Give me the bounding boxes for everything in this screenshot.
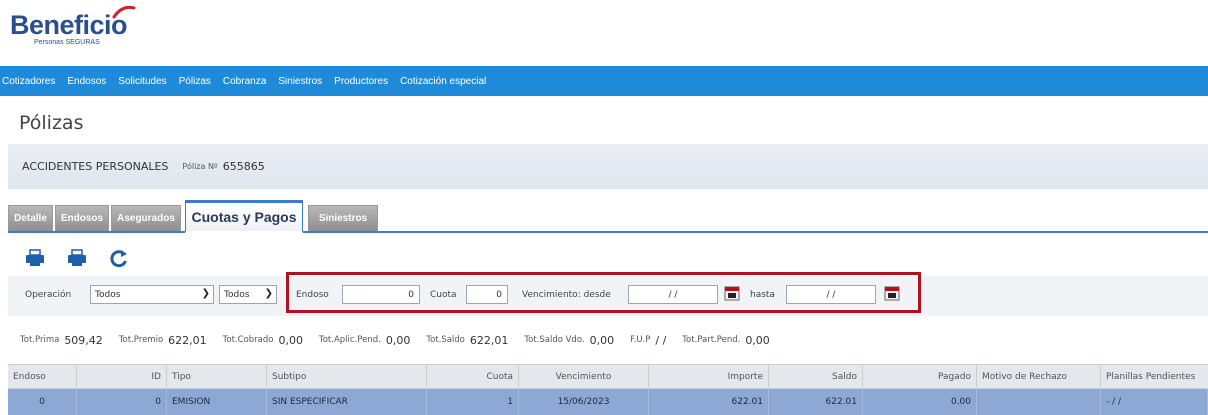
cell-endoso: 0 [8,389,77,415]
column-header-subtipo[interactable]: Subtipo [267,365,427,388]
cell-saldo: 622.01 [769,389,863,415]
cell-tipo: EMISION [167,389,267,415]
column-header-cuota[interactable]: Cuota [427,365,519,388]
cell-id: 0 [77,389,167,415]
header: Beneficio Personas SEGURAS [0,0,1208,66]
table-header: Endoso ID Tipo Subtipo Cuota Vencimiento… [8,364,1208,389]
refresh-icon[interactable] [108,247,130,269]
menu-item-endosos[interactable]: Endosos [61,76,112,87]
tot-cobrado-value: 0,00 [278,333,303,347]
tot-saldo-vdo-label: Tot.Saldo Vdo. [524,335,585,345]
menu-item-cobranza[interactable]: Cobranza [217,76,272,87]
tot-prima-value: 509,42 [64,333,103,347]
tab-cuotas-y-pagos[interactable]: Cuotas y Pagos [185,200,303,233]
column-header-planillas-pendientes[interactable]: Planillas Pendientes [1101,365,1208,388]
cell-vencimiento: 15/06/2023 [519,389,649,415]
column-header-vencimiento[interactable]: Vencimiento [519,365,649,388]
menu-item-polizas[interactable]: Pólizas [173,76,217,87]
totals-bar: Tot.Prima 509,42 Tot.Premio 622,01 Tot.C… [8,325,1208,355]
tot-premio-value: 622,01 [168,333,207,347]
column-header-endoso[interactable]: Endoso [8,365,77,388]
tot-aplic-pend-value: 0,00 [385,333,411,347]
cell-motivo-rechazo [977,389,1101,415]
tot-aplic-pend-label: Tot.Aplic.Pend. [318,335,381,345]
tot-saldo-value: 622,01 [469,333,509,347]
tot-cobrado-label: Tot.Cobrado [222,335,274,345]
cell-planillas-pendientes: - / / [1101,389,1208,415]
fup-label: F.U.P [630,335,651,345]
tab-asegurados[interactable]: Asegurados [111,205,181,231]
column-header-id[interactable]: ID [77,365,167,388]
tot-saldo-vdo-value: 0,00 [589,333,615,347]
column-header-motivo-rechazo[interactable]: Motivo de Rechazo [977,365,1101,388]
cell-subtipo: SIN ESPECIFICAR [267,389,427,415]
menu-item-cotizacion-especial[interactable]: Cotización especial [394,76,492,87]
policy-header: ACCIDENTES PERSONALES Póliza Nº 655865 [8,144,1208,189]
column-header-tipo[interactable]: Tipo [167,365,267,388]
column-header-saldo[interactable]: Saldo [769,365,863,388]
fup-value: / / [655,333,667,347]
operacion-select[interactable]: Todos ❯ [90,285,214,304]
chevron-down-icon: ❯ [264,288,273,299]
column-header-importe[interactable]: Importe [649,365,769,388]
menu-item-solicitudes[interactable]: Solicitudes [112,76,172,87]
secondary-filter-select[interactable]: Todos ❯ [219,285,277,304]
policy-number: 655865 [222,160,265,173]
print-icon[interactable] [66,247,88,269]
brand-name: Beneficio [10,10,128,40]
secondary-filter-select-value: Todos [224,289,250,300]
brand-tagline: Personas SEGURAS [34,39,100,46]
operacion-label: Operación [25,290,72,300]
toolbar [24,244,130,272]
tab-siniestros[interactable]: Siniestros [308,205,378,231]
cuotas-table: Endoso ID Tipo Subtipo Cuota Vencimiento… [8,364,1208,415]
tot-part-pend-value: 0,00 [745,333,770,347]
brand-logo[interactable]: Beneficio Personas SEGURAS [10,5,136,46]
tab-bar: Detalle Endosos Asegurados Cuotas y Pago… [8,198,1208,233]
chevron-down-icon: ❯ [201,288,210,299]
cell-cuota: 1 [427,389,519,415]
tot-premio-label: Tot.Premio [118,335,164,345]
tab-endosos[interactable]: Endosos [55,205,109,231]
tot-saldo-label: Tot.Saldo [426,335,465,345]
page-title: Pólizas [19,112,84,134]
highlight-annotation [286,272,921,313]
table-row[interactable]: 0 0 EMISION SIN ESPECIFICAR 1 15/06/2023… [8,389,1208,415]
policy-type: ACCIDENTES PERSONALES [22,160,169,173]
main-menu: Cotizadores Endosos Solicitudes Pólizas … [0,66,1208,96]
cell-pagado: 0.00 [863,389,977,415]
tab-detalle[interactable]: Detalle [8,205,53,231]
menu-item-siniestros[interactable]: Siniestros [272,76,328,87]
menu-item-productores[interactable]: Productores [328,76,394,87]
column-header-pagado[interactable]: Pagado [863,365,977,388]
menu-item-cotizadores[interactable]: Cotizadores [0,76,61,87]
tot-prima-label: Tot.Prima [20,335,60,345]
cell-importe: 622.01 [649,389,769,415]
logo-swoosh-icon [112,5,136,19]
print-icon[interactable] [24,247,46,269]
policy-number-label: Póliza Nº [182,162,218,171]
tot-part-pend-label: Tot.Part.Pend. [682,335,741,345]
operacion-select-value: Todos [95,289,121,300]
